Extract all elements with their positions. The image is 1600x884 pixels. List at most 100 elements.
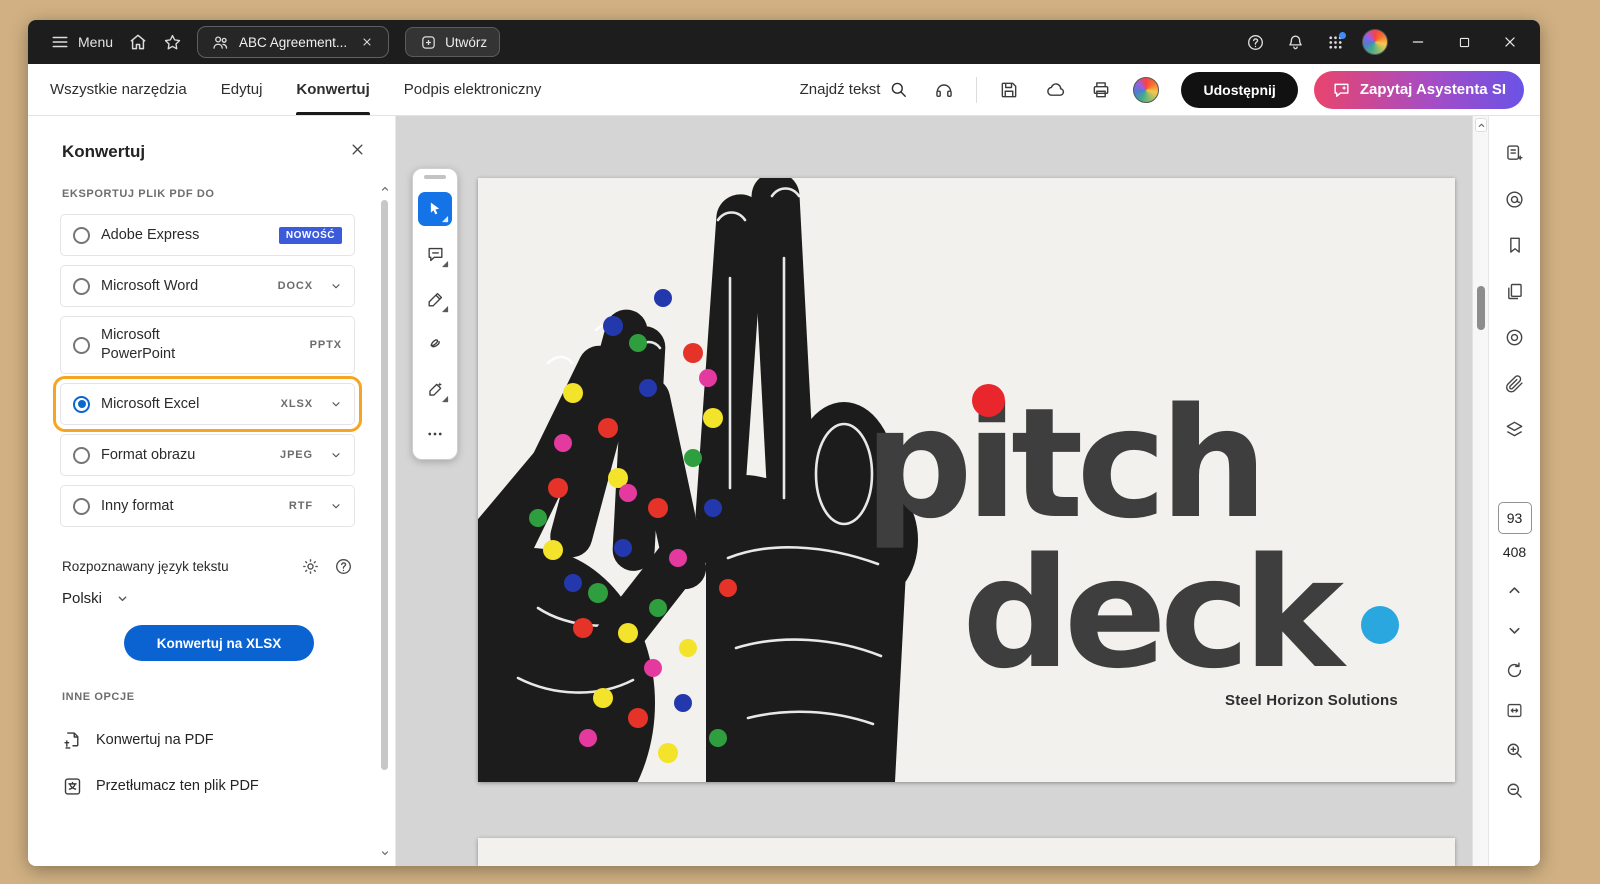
window-minimize-button[interactable] [1398, 26, 1438, 58]
favorite-star-button[interactable] [155, 26, 189, 58]
panel-scrollbar[interactable] [379, 182, 391, 860]
ai-document-icon [1504, 143, 1525, 164]
radio-excel-selected[interactable] [73, 395, 90, 413]
title-line-2: deck [962, 525, 1344, 703]
layers-panel-button[interactable] [1496, 412, 1534, 446]
ai-assistant-label: Zapytaj Asystenta SI [1359, 81, 1506, 98]
document-tab-title: ABC Agreement... [239, 34, 348, 50]
home-button[interactable] [121, 26, 155, 58]
translate-pdf-item[interactable]: Przetłumacz ten plik PDF [62, 763, 361, 809]
notifications-button[interactable] [1278, 26, 1312, 58]
document-tab[interactable]: ABC Agreement... [197, 26, 390, 58]
collab-avatar [1133, 76, 1160, 103]
chevron-down-icon[interactable] [330, 449, 342, 461]
ocr-help-button[interactable] [332, 555, 355, 578]
option-other-format[interactable]: Inny format RTF [60, 485, 355, 527]
viewer-scroll-up[interactable] [1475, 118, 1487, 132]
create-label: Utwórz [445, 34, 488, 50]
lasso-draw-tool[interactable] [418, 327, 452, 361]
panel-close-button[interactable] [350, 142, 365, 162]
target-tools-button[interactable] [1496, 320, 1534, 354]
target-icon [1504, 327, 1525, 348]
comments-panel-button[interactable] [1496, 182, 1534, 216]
scrollbar-thumb[interactable] [381, 200, 388, 770]
rotate-page-button[interactable] [1497, 654, 1533, 686]
window-close-button[interactable] [1490, 26, 1530, 58]
page-thumbnails-button[interactable] [1496, 274, 1534, 308]
toolbar-drag-handle[interactable] [424, 175, 446, 179]
ai-summary-button[interactable] [1496, 136, 1534, 170]
hamburger-icon [50, 32, 70, 52]
plus-icon [418, 32, 438, 52]
close-tab-button[interactable] [356, 31, 378, 53]
actual-size-button[interactable] [1497, 694, 1533, 726]
radio-powerpoint[interactable] [73, 336, 90, 354]
window-maximize-button[interactable] [1444, 26, 1484, 58]
convert-to-pdf-item[interactable]: Konwertuj na PDF [62, 717, 361, 763]
radio-image[interactable] [73, 446, 90, 464]
bookmarks-panel-button[interactable] [1496, 228, 1534, 262]
save-button[interactable] [991, 73, 1027, 107]
option-word[interactable]: Microsoft Word DOCX [60, 265, 355, 307]
chevron-down-icon[interactable] [330, 280, 342, 292]
comment-tool[interactable] [418, 237, 452, 271]
tab-esign[interactable]: Podpis elektroniczny [404, 64, 542, 115]
shared-users-icon [210, 32, 230, 52]
zoom-in-button[interactable] [1497, 734, 1533, 766]
excel-highlight-box: Microsoft Excel XLSX [53, 376, 362, 432]
radio-word[interactable] [73, 277, 90, 295]
menu-button[interactable]: Menu [42, 26, 121, 58]
panel-title: Konwertuj [62, 142, 146, 161]
radio-other[interactable] [73, 497, 90, 515]
viewer-scrollbar[interactable] [1472, 116, 1488, 866]
ai-assistant-button[interactable]: Zapytaj Asystenta SI [1313, 70, 1524, 109]
option-image-format[interactable]: Format obrazu JPEG [60, 434, 355, 476]
collab-avatar-button[interactable] [1129, 74, 1163, 106]
select-tool[interactable] [418, 192, 452, 226]
create-button[interactable]: Utwórz [405, 27, 501, 57]
cloud-save-button[interactable] [1037, 73, 1073, 107]
bell-icon [1285, 32, 1305, 52]
share-button[interactable]: Udostępnij [1181, 71, 1298, 108]
previous-page-button[interactable] [1497, 574, 1533, 606]
help-button[interactable] [1238, 26, 1272, 58]
option-excel[interactable]: Microsoft Excel XLSX [60, 383, 355, 425]
tab-all-tools[interactable]: Wszystkie narzędzia [50, 64, 187, 115]
total-pages: 408 [1502, 544, 1527, 560]
read-aloud-button[interactable] [926, 73, 962, 107]
tab-edit[interactable]: Edytuj [221, 64, 263, 115]
language-select[interactable]: Polski [62, 590, 129, 607]
document-page[interactable]: pitch deck Steel Horizon Solutions [478, 178, 1455, 782]
titlebar: Menu ABC Agreement... Utwórz [28, 20, 1540, 64]
next-page-edge[interactable] [478, 838, 1455, 866]
page-navigation: 93 408 [1497, 502, 1533, 814]
current-page-input[interactable]: 93 [1497, 502, 1532, 534]
zoom-out-button[interactable] [1497, 774, 1533, 806]
account-avatar-button[interactable] [1358, 26, 1392, 58]
home-icon [128, 32, 148, 52]
viewer-scrollbar-thumb[interactable] [1477, 286, 1485, 330]
chevron-down-icon[interactable] [330, 500, 342, 512]
pdf-viewer[interactable]: pitch deck Steel Horizon Solutions [396, 116, 1488, 866]
more-tools-button[interactable] [418, 417, 452, 451]
headphones-icon [934, 80, 954, 100]
scroll-down-arrow[interactable] [379, 846, 391, 860]
find-text-button[interactable]: Znajdź tekst [792, 74, 917, 105]
option-powerpoint[interactable]: Microsoft PowerPoint PPTX [60, 316, 355, 374]
radio-adobe-express[interactable] [73, 226, 90, 244]
sign-tool[interactable] [418, 372, 452, 406]
new-badge: NOWOŚĆ [278, 226, 342, 244]
apps-grid-button[interactable] [1318, 26, 1352, 58]
highlight-pen-tool[interactable] [418, 282, 452, 316]
scroll-up-arrow[interactable] [379, 182, 391, 196]
next-page-button[interactable] [1497, 614, 1533, 646]
attachments-panel-button[interactable] [1496, 366, 1534, 400]
convert-to-xlsx-button[interactable]: Konwertuj na XLSX [124, 625, 314, 661]
other-options-label: INNE OPCJE [62, 691, 135, 703]
bookmark-icon [1505, 235, 1525, 255]
ocr-settings-button[interactable] [299, 555, 322, 578]
tab-convert[interactable]: Konwertuj [296, 64, 371, 115]
print-button[interactable] [1083, 73, 1119, 107]
chevron-down-icon[interactable] [330, 398, 342, 410]
option-adobe-express[interactable]: Adobe Express NOWOŚĆ [60, 214, 355, 256]
